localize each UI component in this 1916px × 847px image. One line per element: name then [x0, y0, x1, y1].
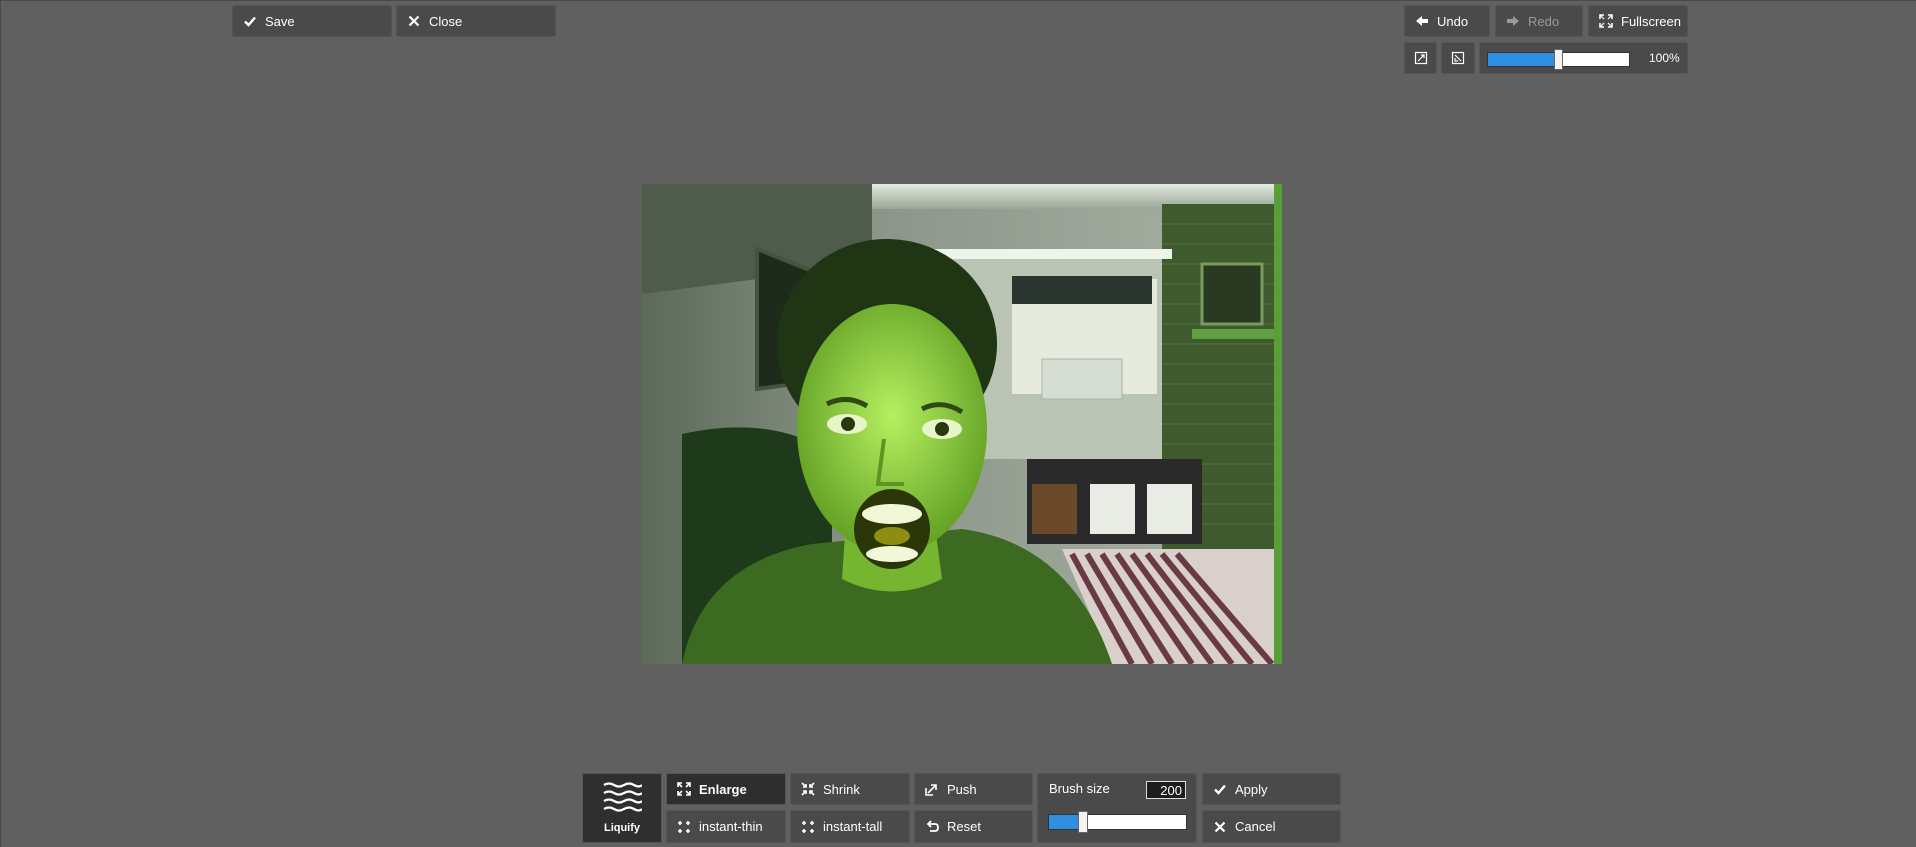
shrink-icon [801, 782, 815, 796]
enlarge-button[interactable]: Enlarge [666, 773, 786, 805]
instant-thin-icon [677, 820, 691, 834]
checkmark-icon [1213, 782, 1227, 796]
image-canvas[interactable] [642, 184, 1282, 664]
instant-tall-icon [801, 820, 815, 834]
instant-tall-button[interactable]: instant-tall [790, 810, 910, 843]
zoom-slider-fill [1488, 53, 1560, 66]
zoom-value: 100% [1649, 51, 1680, 65]
close-icon [1213, 820, 1227, 834]
shrink-label: Shrink [823, 781, 860, 797]
zoom-slider-thumb[interactable] [1554, 49, 1563, 70]
push-button[interactable]: Push [914, 773, 1033, 805]
instant-tall-label: instant-tall [823, 819, 883, 834]
fit-to-screen-button[interactable] [1404, 42, 1437, 74]
close-icon [407, 14, 421, 28]
enlarge-icon [677, 782, 691, 796]
reset-icon [925, 819, 939, 834]
close-label: Close [429, 13, 463, 29]
reset-label: Reset [947, 819, 981, 834]
window-left-border [0, 0, 1, 847]
shrink-button[interactable]: Shrink [790, 773, 910, 805]
brush-size-input[interactable] [1146, 781, 1186, 799]
brush-size-panel: Brush size [1037, 773, 1197, 843]
checkmark-icon [243, 14, 257, 28]
apply-button[interactable]: Apply [1202, 773, 1341, 805]
arrow-left-icon [1415, 14, 1429, 28]
liquify-waves-icon [602, 781, 643, 818]
window-top-border [0, 0, 1916, 1]
close-button[interactable]: Close [396, 5, 556, 37]
instant-thin-button[interactable]: instant-thin [666, 810, 786, 843]
fit-screen-icon [1414, 51, 1428, 65]
redo-button[interactable]: Redo [1495, 5, 1583, 37]
push-icon [925, 782, 939, 796]
cancel-button[interactable]: Cancel [1202, 810, 1341, 843]
brush-size-label: Brush size [1049, 781, 1110, 796]
instant-thin-label: instant-thin [699, 819, 763, 834]
save-label: Save [265, 13, 295, 29]
actual-size-icon [1451, 51, 1465, 65]
fullscreen-button[interactable]: Fullscreen [1588, 5, 1688, 37]
apply-label: Apply [1235, 781, 1268, 797]
arrow-right-icon [1506, 14, 1520, 28]
redo-label: Redo [1528, 13, 1560, 29]
push-label: Push [947, 781, 977, 797]
brush-size-slider-thumb[interactable] [1077, 811, 1088, 833]
liquify-tool-badge[interactable]: Liquify [582, 773, 662, 843]
undo-button[interactable]: Undo [1404, 5, 1490, 37]
person-photo [642, 184, 1282, 664]
reset-button[interactable]: Reset [914, 810, 1033, 843]
cancel-label: Cancel [1235, 819, 1276, 834]
fullscreen-icon [1599, 14, 1613, 28]
undo-label: Undo [1437, 13, 1469, 29]
save-button[interactable]: Save [232, 5, 392, 37]
zoom-control: 100% [1479, 42, 1688, 74]
actual-size-button[interactable] [1441, 42, 1475, 74]
enlarge-label: Enlarge [699, 781, 747, 797]
brush-size-slider-track[interactable] [1048, 814, 1187, 830]
liquify-label: Liquify [603, 822, 641, 834]
fullscreen-label: Fullscreen [1621, 13, 1681, 29]
